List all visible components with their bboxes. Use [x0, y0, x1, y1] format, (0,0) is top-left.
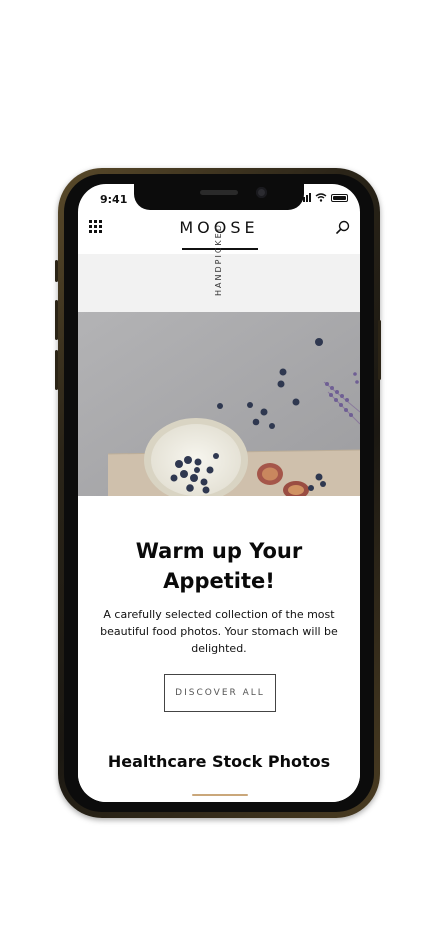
speaker-grille — [200, 190, 238, 195]
section-description: A carefully selected collection of the m… — [100, 608, 338, 655]
content-section: Warm up Your Appetite! A carefully selec… — [78, 496, 360, 802]
hero-image — [78, 312, 360, 502]
power-button — [378, 320, 381, 380]
volume-button — [55, 350, 58, 390]
handpicked-label: HANDPICKED — [214, 223, 223, 296]
battery-icon — [331, 193, 348, 202]
phone-screen: 9:41 MOOSE HANDPICKED Warm up Your Appet… — [78, 184, 360, 802]
status-time: 9:41 — [100, 193, 128, 206]
front-camera — [256, 187, 267, 198]
volume-button — [55, 300, 58, 340]
wifi-icon — [315, 193, 327, 202]
notch — [134, 184, 304, 210]
status-icons — [300, 193, 348, 202]
healthcare-heading: Healthcare Stock Photos — [107, 752, 331, 771]
search-icon[interactable] — [336, 220, 350, 234]
food-photo — [78, 312, 360, 502]
section-heading: Warm up Your Appetite! — [135, 539, 303, 593]
discover-all-button[interactable]: DISCOVER ALL — [164, 674, 276, 712]
home-indicator[interactable] — [192, 794, 248, 796]
volume-button — [55, 260, 58, 282]
